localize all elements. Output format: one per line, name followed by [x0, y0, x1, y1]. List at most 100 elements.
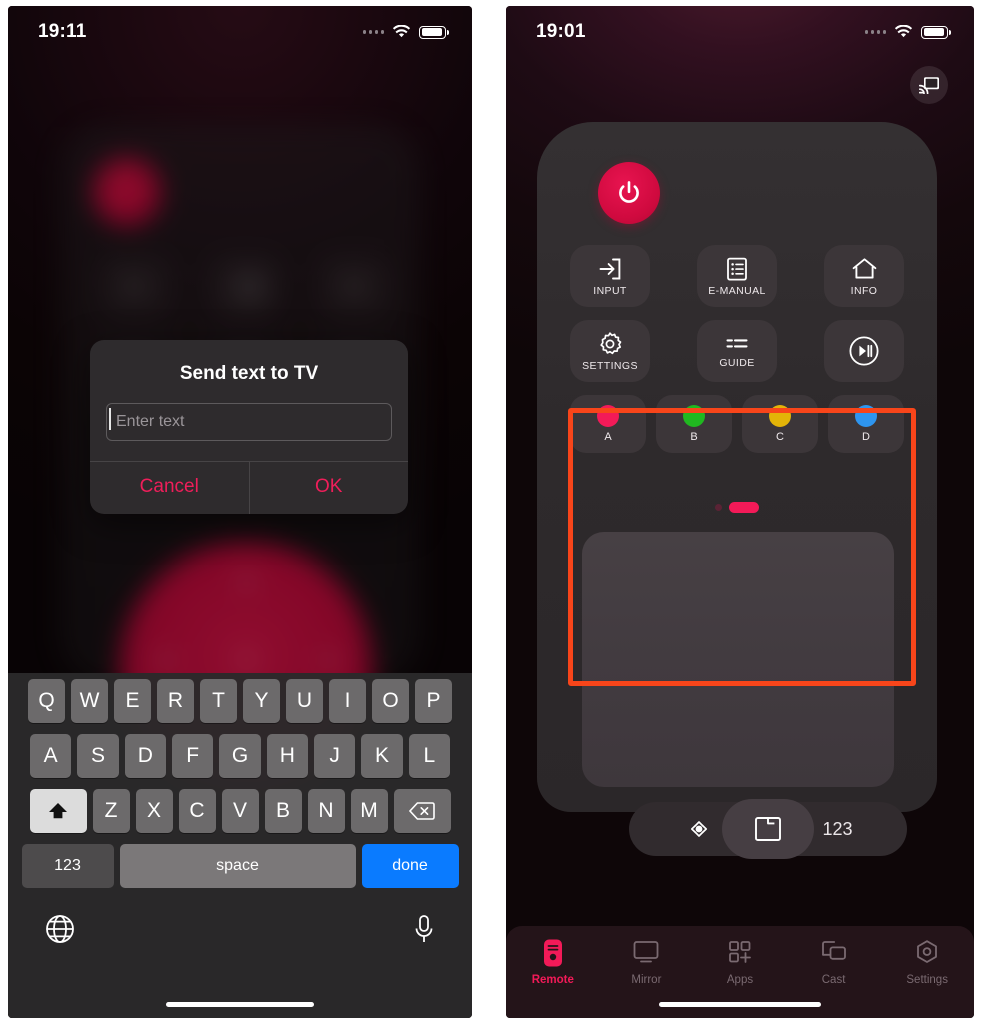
numbers-mode-label: 123 [822, 818, 853, 839]
guide-button[interactable]: GUIDE [697, 320, 777, 382]
key-a[interactable]: A [30, 734, 72, 778]
input-button-label: INPUT [593, 284, 627, 297]
key-r[interactable]: R [157, 679, 194, 723]
key-v[interactable]: V [221, 789, 259, 833]
key-j[interactable]: J [313, 734, 356, 778]
home-indicator [166, 1002, 314, 1007]
signal-dots-icon [864, 30, 886, 34]
globe-icon[interactable] [44, 913, 76, 945]
play-pause-icon [849, 336, 879, 366]
monitor-icon [633, 941, 659, 963]
remote-row-2: SETTINGS GUIDE [570, 320, 904, 382]
left-status-bar: 19:11 [8, 6, 472, 58]
signal-dots-icon [362, 30, 384, 34]
mode-switch-bar: 123 [629, 799, 907, 859]
touchpad-icon [755, 817, 781, 841]
key-h[interactable]: H [266, 734, 308, 778]
wifi-icon [392, 25, 411, 38]
color-dot-d [855, 405, 877, 427]
color-button-d-label: D [862, 431, 870, 443]
numbers-key[interactable]: 123 [21, 844, 114, 888]
touchpad-mode-button[interactable] [722, 799, 814, 859]
ok-button[interactable]: OK [250, 462, 409, 514]
key-z[interactable]: Z [92, 789, 130, 833]
color-button-b-label: B [690, 431, 698, 443]
space-key[interactable]: space [119, 844, 356, 888]
key-y[interactable]: Y [243, 679, 280, 723]
tab-apps-label: Apps [726, 974, 754, 986]
cast-button[interactable] [910, 66, 948, 104]
key-f[interactable]: F [172, 734, 214, 778]
shift-arrow-icon [49, 803, 67, 819]
onscreen-keyboard: QWERTYUIOP ASDFGHJKL ZXCVBNM 123 space d… [8, 673, 472, 1018]
page-indicator[interactable] [537, 502, 937, 513]
key-m[interactable]: M [350, 789, 388, 833]
page-dot-2-active[interactable] [729, 502, 759, 513]
document-list-icon [727, 257, 747, 280]
left-phone-screenshot: 19:11 Send text to TV Enter text Cancel … [8, 6, 472, 1018]
color-button-c-label: C [776, 431, 784, 443]
key-u[interactable]: U [286, 679, 323, 723]
settings-button-label: SETTINGS [582, 359, 638, 372]
tab-remote-label: Remote [531, 974, 574, 986]
color-button-d[interactable]: D [828, 395, 904, 453]
color-button-b[interactable]: B [656, 395, 732, 453]
tab-remote[interactable]: Remote [506, 938, 600, 1018]
keyboard-row-1: QWERTYUIOP [8, 679, 472, 723]
info-button-label: INFO [850, 284, 878, 297]
apps-grid-icon [729, 941, 751, 963]
key-d[interactable]: D [124, 734, 166, 778]
color-dot-c [769, 405, 791, 427]
settings-hex-icon [917, 940, 938, 963]
key-p[interactable]: P [415, 679, 452, 723]
gear-icon [600, 331, 622, 354]
done-key[interactable]: done [361, 844, 459, 888]
color-button-c[interactable]: C [742, 395, 818, 453]
tab-cast-label: Cast [821, 974, 846, 986]
cast-icon [821, 941, 846, 960]
play-pause-button[interactable] [824, 320, 904, 382]
color-button-a[interactable]: A [570, 395, 646, 453]
key-e[interactable]: E [114, 679, 151, 723]
text-cursor [109, 408, 111, 430]
key-c[interactable]: C [178, 789, 216, 833]
touchpad-area[interactable] [582, 532, 894, 787]
e-manual-button[interactable]: E-MANUAL [697, 245, 777, 307]
key-s[interactable]: S [77, 734, 119, 778]
guide-lines-icon [726, 338, 748, 347]
power-button[interactable] [598, 162, 660, 224]
send-text-dialog: Send text to TV Cancel OK [90, 340, 408, 514]
key-i[interactable]: I [329, 679, 366, 723]
key-g[interactable]: G [219, 734, 261, 778]
key-k[interactable]: K [361, 734, 403, 778]
key-w[interactable]: W [71, 679, 108, 723]
remote-icon [543, 939, 562, 967]
settings-button[interactable]: SETTINGS [570, 320, 650, 382]
status-time: 19:11 [38, 21, 87, 42]
home-icon [852, 257, 876, 279]
key-x[interactable]: X [135, 789, 173, 833]
microphone-icon[interactable] [412, 913, 436, 945]
color-button-a-label: A [604, 431, 612, 443]
tab-settings[interactable]: Settings [880, 938, 974, 1018]
remote-panel: INPUT E-MANUAL INFO SETTINGS GUIDE A B C… [537, 122, 937, 859]
wifi-icon [894, 25, 913, 38]
key-o[interactable]: O [372, 679, 409, 723]
tab-settings-label: Settings [906, 974, 948, 986]
key-t[interactable]: T [200, 679, 237, 723]
input-button[interactable]: INPUT [570, 245, 650, 307]
cancel-button[interactable]: Cancel [90, 462, 249, 514]
page-dot-1[interactable] [715, 504, 722, 511]
info-button[interactable]: INFO [824, 245, 904, 307]
remote-row-1: INPUT E-MANUAL INFO [570, 245, 904, 307]
key-b[interactable]: B [264, 789, 302, 833]
screenshot-canvas: 19:11 Send text to TV Enter text Cancel … [0, 0, 982, 1024]
key-l[interactable]: L [408, 734, 450, 778]
text-input[interactable] [106, 403, 392, 441]
key-n[interactable]: N [307, 789, 345, 833]
delete-key[interactable] [393, 789, 451, 833]
key-q[interactable]: Q [28, 679, 65, 723]
e-manual-button-label: E-MANUAL [708, 284, 766, 297]
shift-key[interactable] [29, 789, 87, 833]
right-status-bar: 19:01 [506, 6, 974, 58]
